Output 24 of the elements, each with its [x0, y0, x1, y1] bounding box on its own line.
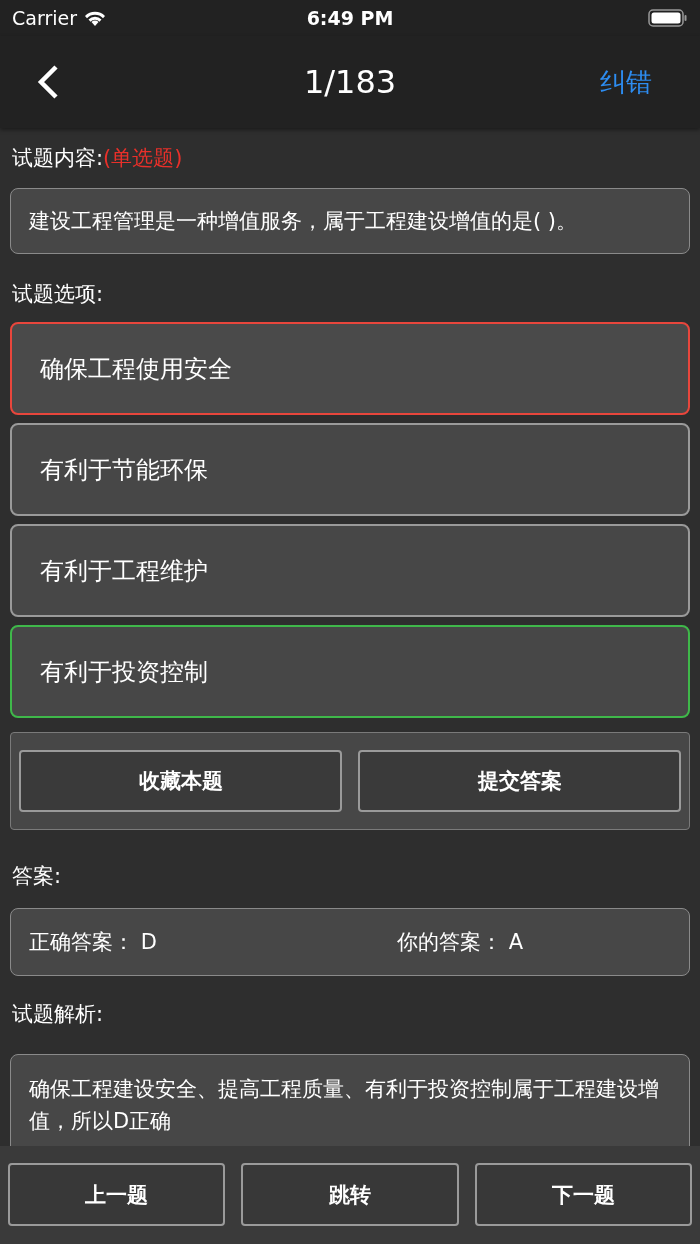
action-button[interactable]: 收藏本题 — [19, 750, 342, 812]
answer-option[interactable]: 有利于节能环保 — [10, 423, 690, 516]
answer-option[interactable]: 确保工程使用安全 — [10, 322, 690, 415]
battery-icon — [648, 8, 688, 28]
nav-button[interactable]: 上一题 — [8, 1163, 226, 1226]
answer-option[interactable]: 有利于工程维护 — [10, 524, 690, 617]
your-answer: 你的答案： A — [397, 929, 524, 956]
page-title: 1/183 — [303, 63, 397, 101]
report-error-button[interactable]: 纠错 — [600, 64, 652, 100]
question-type: (单选题) — [103, 146, 183, 170]
question-text: 建设工程管理是一种增值服务，属于工程建设增值的是( )。 — [10, 188, 690, 254]
carrier-label: Carrier — [12, 7, 77, 29]
section-label: 试题解析: — [12, 1001, 105, 1028]
status-time: 6:49 PM — [306, 7, 394, 29]
correct-answer: 正确答案： D — [29, 929, 158, 956]
action-button[interactable]: 提交答案 — [358, 750, 681, 812]
nav-button[interactable]: 跳转 — [241, 1163, 459, 1226]
back-icon[interactable] — [36, 64, 60, 100]
section-label: 试题选项: — [12, 281, 105, 308]
answer-option[interactable]: 有利于投资控制 — [10, 625, 690, 718]
section-label: 答案: — [12, 863, 63, 890]
wifi-icon — [83, 9, 107, 27]
nav-button[interactable]: 下一题 — [474, 1163, 692, 1226]
section-label: 试题内容: — [12, 146, 104, 170]
